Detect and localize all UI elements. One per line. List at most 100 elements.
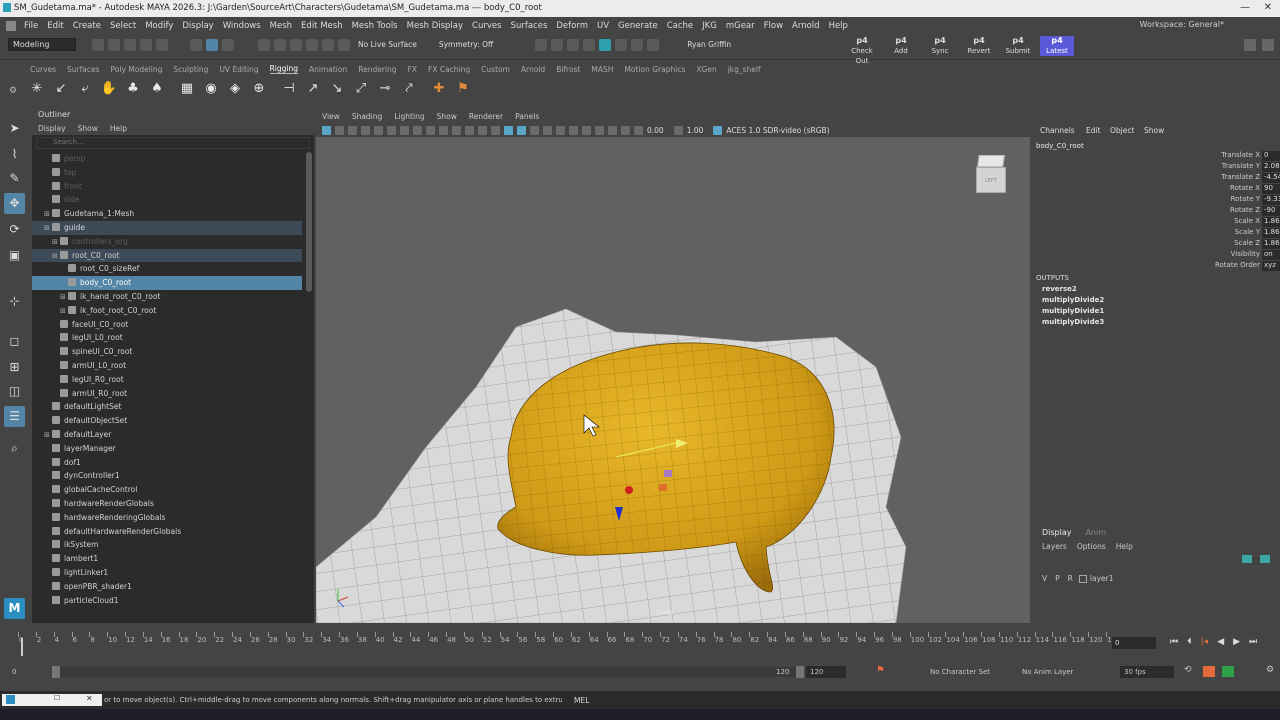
lattice-icon[interactable]: ▦	[178, 80, 196, 98]
p4-add-button[interactable]: p4 Add	[884, 36, 918, 56]
menu-mesh[interactable]: Mesh	[270, 21, 292, 31]
channel-row[interactable]: Translate X0	[1034, 151, 1280, 162]
channel-name[interactable]: Rotate Order	[1215, 261, 1260, 269]
shelf-tab-arnold[interactable]: Arnold	[521, 65, 545, 74]
viewport-menu-lighting[interactable]: Lighting	[394, 112, 424, 121]
play-backwards-icon[interactable]: ◀	[1217, 637, 1224, 647]
outliner-menu-help[interactable]: Help	[110, 124, 127, 133]
outliner-item[interactable]: hardwareRenderingGlobals	[32, 511, 302, 525]
channel-name[interactable]: Rotate X	[1230, 184, 1260, 192]
channel-name[interactable]: Rotate Y	[1231, 195, 1260, 203]
channel-value-field[interactable]: 90	[1262, 184, 1280, 194]
ambient-occlusion-icon[interactable]	[569, 125, 578, 135]
select-hierarchy-icon[interactable]	[190, 38, 202, 51]
outliner-item[interactable]: ⊞ defaultLayer	[32, 428, 302, 442]
joint-tool-icon[interactable]: ✳	[28, 80, 46, 98]
help-menu[interactable]: Help	[1116, 542, 1133, 551]
shelf-tab-surfaces[interactable]: Surfaces	[67, 65, 99, 74]
shelf-tab-sculpting[interactable]: Sculpting	[173, 65, 208, 74]
output-node[interactable]: multiplyDivide1	[1042, 307, 1104, 315]
menu-select[interactable]: Select	[110, 21, 136, 31]
safe-title-icon[interactable]	[478, 125, 487, 135]
select-camera-icon[interactable]	[322, 125, 331, 135]
p4-sync-button[interactable]: p4 Sync	[923, 36, 957, 56]
exposure-field[interactable]: 0.00	[647, 126, 664, 135]
mgear-guide-icon[interactable]: ✚	[430, 80, 448, 98]
view-cube[interactable]: LEFT	[974, 155, 1008, 197]
channel-name[interactable]: Translate Y	[1222, 162, 1260, 170]
menu-jkg[interactable]: JKG	[702, 21, 717, 31]
move-tool-icon[interactable]: ✥	[4, 193, 25, 214]
output-node[interactable]: reverse2	[1042, 285, 1077, 293]
render-view-icon[interactable]	[535, 38, 548, 51]
range-end-handle[interactable]	[796, 666, 804, 678]
script-language-toggle[interactable]: MEL	[574, 696, 589, 705]
wire-icon[interactable]: ⊕	[250, 80, 268, 98]
channel-name[interactable]: Scale Y	[1235, 228, 1260, 236]
channel-menu-object[interactable]: Object	[1110, 126, 1134, 135]
viewport-menu-renderer[interactable]: Renderer	[469, 112, 503, 121]
timeline-ruler[interactable]: 0246810121416182022242628303234363840424…	[18, 632, 1116, 654]
outliner-item[interactable]: ⊞ Gudetama_1:Mesh	[32, 207, 302, 221]
search-icon[interactable]: ⌕	[4, 438, 25, 459]
options-menu[interactable]: Options	[1077, 542, 1106, 551]
go-to-end-icon[interactable]: ⏭	[1249, 637, 1257, 647]
workspace-icon[interactable]	[1244, 39, 1256, 51]
layer-reference-toggle[interactable]: R	[1068, 574, 1073, 583]
arnold-ipr-icon[interactable]	[631, 38, 644, 51]
xray-joints-icon[interactable]	[621, 125, 630, 135]
channel-row[interactable]: Rotate X 90	[1034, 184, 1280, 195]
menu-edit-mesh[interactable]: Edit Mesh	[301, 21, 343, 31]
channel-menu-channels[interactable]: Channels	[1040, 126, 1075, 135]
camera-attr-icon[interactable]	[335, 125, 344, 135]
pause-ipr-icon[interactable]	[647, 38, 660, 51]
shelf-tab-jkg-shelf[interactable]: jkg_shelf	[728, 65, 761, 74]
isolate-select-icon[interactable]	[608, 125, 617, 135]
render-settings-icon[interactable]	[583, 38, 596, 51]
lasso-tool-icon[interactable]: ⌇	[4, 144, 25, 165]
channel-row[interactable]: Rotate Z -90	[1034, 206, 1280, 217]
outliner-item[interactable]: dynController1	[32, 469, 302, 483]
view-cube-face[interactable]: LEFT	[976, 167, 1006, 193]
channel-value-field[interactable]: on	[1262, 250, 1280, 260]
workspace-selector[interactable]: Workspace: General*	[1140, 20, 1225, 29]
redo-icon[interactable]	[156, 38, 168, 51]
four-view-icon[interactable]: ⊞	[4, 357, 25, 378]
anim-layers-tab[interactable]: Anim	[1086, 528, 1107, 537]
outliner-item[interactable]: defaultHardwareRenderGlobals	[32, 525, 302, 539]
outliner-item[interactable]: ikSystem	[32, 538, 302, 552]
play-forwards-icon[interactable]: ▶	[1233, 637, 1240, 647]
shelf-tab-uv-editing[interactable]: UV Editing	[219, 65, 258, 74]
ik-spline-icon[interactable]: ⤶	[76, 80, 94, 98]
channel-value-field[interactable]: 1.861	[1262, 239, 1280, 249]
gamma-field[interactable]: 1.00	[687, 126, 704, 135]
outliner-scrollbar[interactable]	[306, 152, 312, 292]
view-transform-dropdown[interactable]: ACES 1.0 SDR-video (sRGB)	[726, 126, 829, 135]
channel-value-field[interactable]: 0	[1262, 151, 1280, 161]
menu-modify[interactable]: Modify	[145, 21, 173, 31]
display-layers-tab[interactable]: Display	[1042, 528, 1072, 537]
color-management-icon[interactable]	[713, 125, 723, 135]
menu-set-dropdown[interactable]: Modeling	[8, 38, 76, 51]
outliner-item[interactable]: legUI_R0_root	[32, 373, 302, 387]
bind-skin-icon[interactable]: ✋	[100, 80, 118, 98]
step-back-key-icon[interactable]: |◂	[1201, 637, 1209, 647]
outliner-item[interactable]: lambert1	[32, 552, 302, 566]
step-back-icon[interactable]: ⏴	[1187, 637, 1192, 647]
channel-row[interactable]: Translate Z -4.54	[1034, 173, 1280, 184]
outliner-item[interactable]: ⊞ guide	[32, 221, 302, 235]
shelf-tab-rigging[interactable]: Rigging	[269, 64, 298, 74]
range-start-field[interactable]: 0	[12, 668, 16, 676]
channel-row[interactable]: Scale Y1.861	[1034, 228, 1280, 239]
arnold-render-icon[interactable]	[615, 38, 628, 51]
loop-icon[interactable]: ⟲	[1184, 665, 1192, 675]
anim-layer-dropdown[interactable]: No Anim Layer	[1022, 668, 1073, 676]
hypershade-icon[interactable]	[599, 38, 612, 51]
menu-uv[interactable]: UV	[597, 21, 609, 31]
constraint-parent-icon[interactable]: ⊣	[280, 80, 298, 98]
select-component-icon[interactable]	[222, 38, 234, 51]
range-bar-track[interactable]	[60, 667, 796, 677]
snap-point-icon[interactable]	[290, 38, 302, 51]
sound-icon[interactable]	[1222, 666, 1234, 677]
live-surface-label[interactable]: No Live Surface	[358, 40, 417, 49]
